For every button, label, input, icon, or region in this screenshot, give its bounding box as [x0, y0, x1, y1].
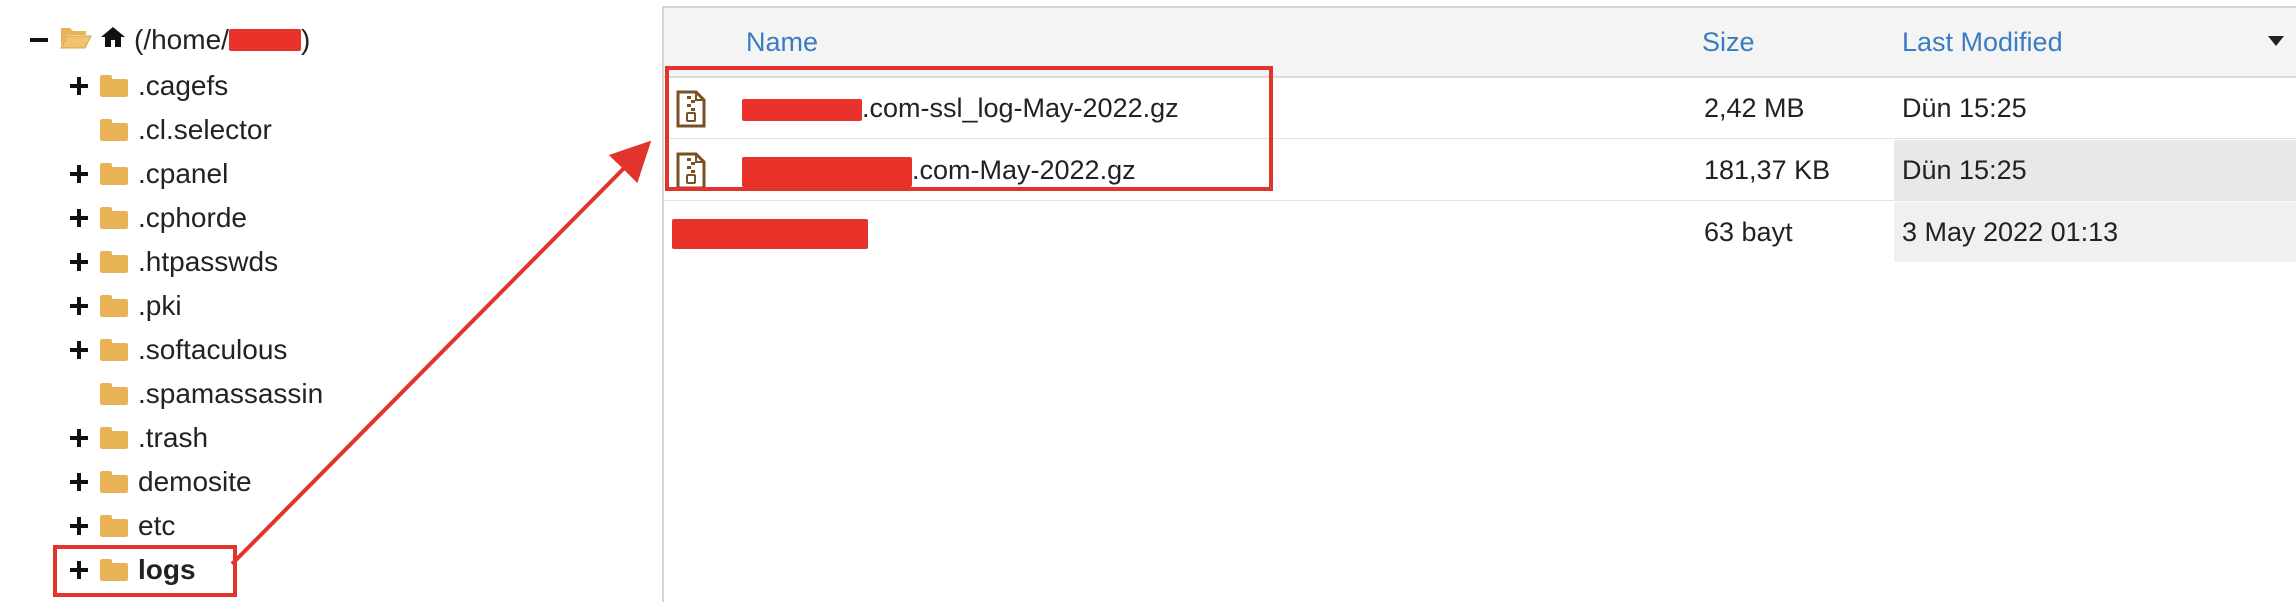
file-modified: Dün 15:25 — [1902, 93, 2027, 123]
tree-item-cl-selector[interactable]: .cl.selector — [68, 108, 272, 152]
folder-icon — [100, 295, 128, 317]
tree-item-label: .cphorde — [138, 202, 247, 233]
expand-icon[interactable] — [68, 251, 90, 273]
folder-icon — [100, 207, 128, 229]
tree-item-cpanel[interactable]: .cpanel — [68, 152, 228, 196]
tree-root-row[interactable]: (/home/ ) — [28, 18, 310, 62]
folder-icon — [100, 471, 128, 493]
file-modified: 3 May 2022 01:13 — [1894, 202, 2296, 262]
expand-icon[interactable] — [68, 471, 90, 493]
tree-item-trash[interactable]: .trash — [68, 416, 208, 460]
tree-item-label: .htpasswds — [138, 246, 279, 277]
folder-icon — [100, 427, 128, 449]
column-header-last-modified[interactable]: Last Modified — [1902, 8, 2063, 76]
tree-item-etc[interactable]: etc — [68, 504, 175, 548]
folder-icon — [100, 163, 128, 185]
tree-item-cagefs[interactable]: .cagefs — [68, 64, 228, 108]
expand-icon[interactable] — [68, 295, 90, 317]
expand-icon[interactable] — [68, 339, 90, 361]
folder-icon — [100, 339, 128, 361]
folder-icon — [100, 383, 128, 405]
tree-item-label: .cagefs — [138, 70, 229, 101]
file-size: 181,37 KB — [1704, 155, 1831, 185]
directory-tree: (/home/ ) .cagefs .cl.selector .cpanel .… — [0, 0, 662, 600]
tree-item-pki[interactable]: .pki — [68, 284, 182, 328]
tree-item-spamassassin[interactable]: .spamassassin — [68, 372, 323, 416]
redacted-username — [228, 29, 301, 51]
logs-highlight-box — [53, 545, 237, 597]
tree-item-label: .softaculous — [138, 334, 288, 365]
tree-item-label: .cpanel — [138, 158, 229, 189]
tree-item-label: etc — [138, 510, 176, 541]
files-highlight-box — [665, 66, 1273, 191]
tree-root-path-prefix: (/home/ — [134, 24, 229, 55]
file-size: 63 bayt — [1704, 217, 1793, 247]
tree-item-label: .spamassassin — [138, 378, 324, 409]
tree-item-label: .pki — [138, 290, 182, 321]
tree-item-demosite[interactable]: demosite — [68, 460, 252, 504]
open-folder-icon — [60, 24, 92, 56]
tree-item-htpasswds[interactable]: .htpasswds — [68, 240, 278, 284]
tree-item-softaculous[interactable]: .softaculous — [68, 328, 287, 372]
file-modified: Dün 15:25 — [1894, 140, 2296, 200]
file-name[interactable] — [672, 202, 868, 262]
expand-icon[interactable] — [68, 163, 90, 185]
collapse-icon[interactable] — [28, 29, 50, 51]
home-icon — [100, 24, 126, 56]
folder-icon — [100, 251, 128, 273]
tree-item-label: .cl.selector — [138, 114, 272, 145]
expand-icon[interactable] — [68, 207, 90, 229]
folder-icon — [100, 75, 128, 97]
expand-icon[interactable] — [68, 515, 90, 537]
expand-icon[interactable] — [68, 75, 90, 97]
table-row[interactable]: 63 bayt 3 May 2022 01:13 — [664, 202, 2296, 262]
folder-icon — [100, 515, 128, 537]
tree-item-label: demosite — [138, 466, 252, 497]
file-size: 2,42 MB — [1704, 93, 1805, 123]
column-header-size[interactable]: Size — [1702, 8, 1755, 76]
redacted-folder-name — [672, 218, 868, 249]
tree-item-label: .trash — [138, 422, 209, 453]
tree-root-path-suffix: ) — [300, 24, 311, 55]
expand-icon[interactable] — [68, 427, 90, 449]
sort-dropdown-icon[interactable] — [2268, 36, 2284, 46]
tree-item-cphorde[interactable]: .cphorde — [68, 196, 247, 240]
folder-icon — [100, 119, 128, 141]
